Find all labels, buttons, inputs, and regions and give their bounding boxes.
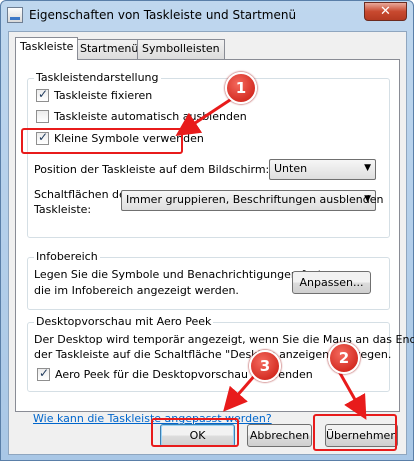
tab-startmenue[interactable]: Startmenü (75, 39, 144, 59)
autohide-checkbox[interactable] (36, 110, 49, 123)
checkmark-icon: ✓ (38, 87, 49, 101)
aero-peek-checkbox[interactable]: ✓ (37, 366, 50, 381)
taskbar-appearance-group: Taskleistendarstellung ✓ Taskleiste fixi… (27, 71, 390, 238)
highlight-ok (151, 418, 239, 447)
title-bar: Eigenschaften von Taskleiste und Startme… (1, 1, 413, 31)
buttons-select[interactable]: Immer gruppieren, Beschriftungen ausblen… (121, 190, 383, 211)
highlight-small-icons (21, 128, 183, 154)
notification-area-group: Infobereich Legen Sie die Symbole und Be… (27, 250, 390, 310)
position-select[interactable]: Unten ▼ (269, 159, 376, 180)
dialog-client-area: Taskleiste Startmenü Symbolleisten Taskl… (8, 31, 414, 455)
checkmark-icon: ✓ (39, 366, 50, 380)
buttons-value: Immer gruppieren, Beschriftungen ausblen… (126, 193, 384, 206)
position-value: Unten (274, 162, 308, 175)
peek-text-line1: Der Desktop wird temporär angezeigt, wen… (34, 333, 414, 346)
properties-window: Eigenschaften von Taskleiste und Startme… (0, 0, 414, 461)
annotation-badge-1: 1 (225, 72, 257, 104)
tab-symbolleisten[interactable]: Symbolleisten (137, 39, 225, 59)
checkbox-label: Taskleiste fixieren (54, 89, 153, 102)
annotation-badge-2: 2 (328, 342, 360, 374)
window-title: Eigenschaften von Taskleiste und Startme… (29, 8, 297, 22)
chevron-down-icon: ▼ (364, 194, 371, 204)
close-button[interactable]: ✕ (364, 2, 407, 21)
highlight-apply (313, 414, 397, 451)
annotation-badge-3: 3 (249, 350, 281, 382)
group-title: Desktopvorschau mit Aero Peek (34, 315, 214, 328)
info-text-line1: Legen Sie die Symbole und Benachrichtigu… (34, 268, 326, 281)
taskbar-app-icon (7, 7, 23, 23)
tab-taskleiste[interactable]: Taskleiste (15, 37, 79, 60)
checkbox-label: Taskleiste automatisch ausblenden (54, 110, 247, 123)
position-label: Position der Taskleiste auf dem Bildschi… (34, 163, 270, 176)
lock-taskbar-checkbox[interactable]: ✓ (36, 87, 49, 102)
buttons-label-line1: Schaltflächen der (34, 188, 131, 201)
group-title: Infobereich (34, 250, 100, 263)
cancel-button[interactable]: Abbrechen (247, 424, 312, 447)
buttons-label-line2: Taskleiste: (34, 203, 92, 216)
group-title: Taskleistendarstellung (34, 71, 161, 84)
chevron-down-icon: ▼ (364, 163, 371, 173)
info-text-line2: die im Infobereich angezeigt werden. (34, 284, 239, 297)
customize-button[interactable]: Anpassen... (292, 271, 371, 294)
